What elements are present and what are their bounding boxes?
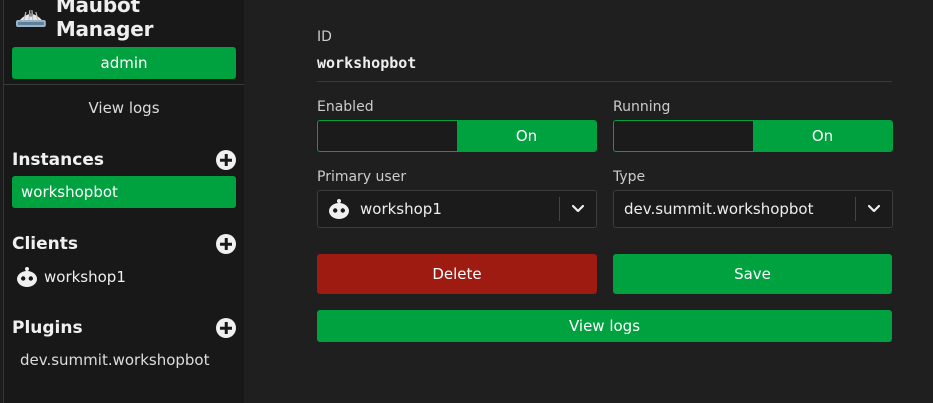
instance-editor: ID workshopbot Enabled On Running On Pri… (245, 0, 933, 403)
running-label: Running (613, 99, 671, 115)
enabled-label: Enabled (317, 99, 374, 115)
delete-button[interactable]: Delete (317, 254, 597, 294)
sidebar-divider (4, 84, 244, 85)
enabled-toggle[interactable]: On (317, 120, 597, 152)
type-dropdown-button[interactable] (856, 190, 892, 228)
primary-user-value: workshop1 (318, 198, 559, 220)
instances-section-title: Instances (12, 150, 104, 170)
type-label: Type (613, 169, 646, 185)
view-logs-button[interactable]: View logs (317, 310, 892, 342)
primary-user-select[interactable]: workshop1 (317, 190, 597, 228)
chevron-down-icon (867, 204, 881, 213)
running-toggle[interactable]: On (613, 120, 893, 152)
robot-avatar-icon (329, 199, 349, 219)
app-title: Maubot Manager (55, 0, 154, 41)
maubot-logo-icon (15, 9, 46, 27)
add-plugin-plus-circle-icon[interactable] (216, 318, 236, 338)
brand[interactable]: Maubot Manager (15, 0, 243, 41)
primary-user-dropdown-button[interactable] (560, 190, 596, 228)
add-client-plus-circle-icon[interactable] (216, 234, 236, 254)
id-divider (317, 81, 892, 82)
add-instance-plus-circle-icon[interactable] (216, 150, 236, 170)
clients-section-header: Clients (12, 231, 236, 257)
id-value: workshopbot (317, 54, 417, 72)
robot-avatar-icon (17, 267, 37, 287)
chevron-down-icon (571, 204, 585, 213)
plugins-section-header: Plugins (12, 315, 236, 341)
sidebar-client-label: workshop1 (44, 268, 126, 286)
type-select[interactable]: dev.summit.workshopbot (613, 190, 893, 228)
sidebar-view-logs-link[interactable]: View logs (4, 96, 244, 120)
instances-section-header: Instances (12, 147, 236, 173)
running-toggle-on-label: On (753, 121, 892, 151)
type-value: dev.summit.workshopbot (624, 200, 814, 218)
primary-user-label: Primary user (317, 169, 407, 185)
sidebar-item-instance[interactable]: workshopbot (12, 176, 236, 208)
plugins-section-title: Plugins (12, 318, 83, 338)
clients-section-title: Clients (12, 234, 79, 254)
sidebar-item-plugin[interactable]: dev.summit.workshopbot (20, 348, 210, 372)
user-menu-button[interactable]: admin (12, 47, 236, 79)
id-label: ID (317, 29, 332, 45)
enabled-toggle-on-label: On (457, 121, 596, 151)
primary-user-text: workshop1 (360, 200, 442, 218)
sidebar: Maubot Manager admin View logs Instances… (0, 0, 244, 403)
sidebar-item-client[interactable]: workshop1 (16, 263, 126, 291)
save-button[interactable]: Save (613, 254, 892, 294)
